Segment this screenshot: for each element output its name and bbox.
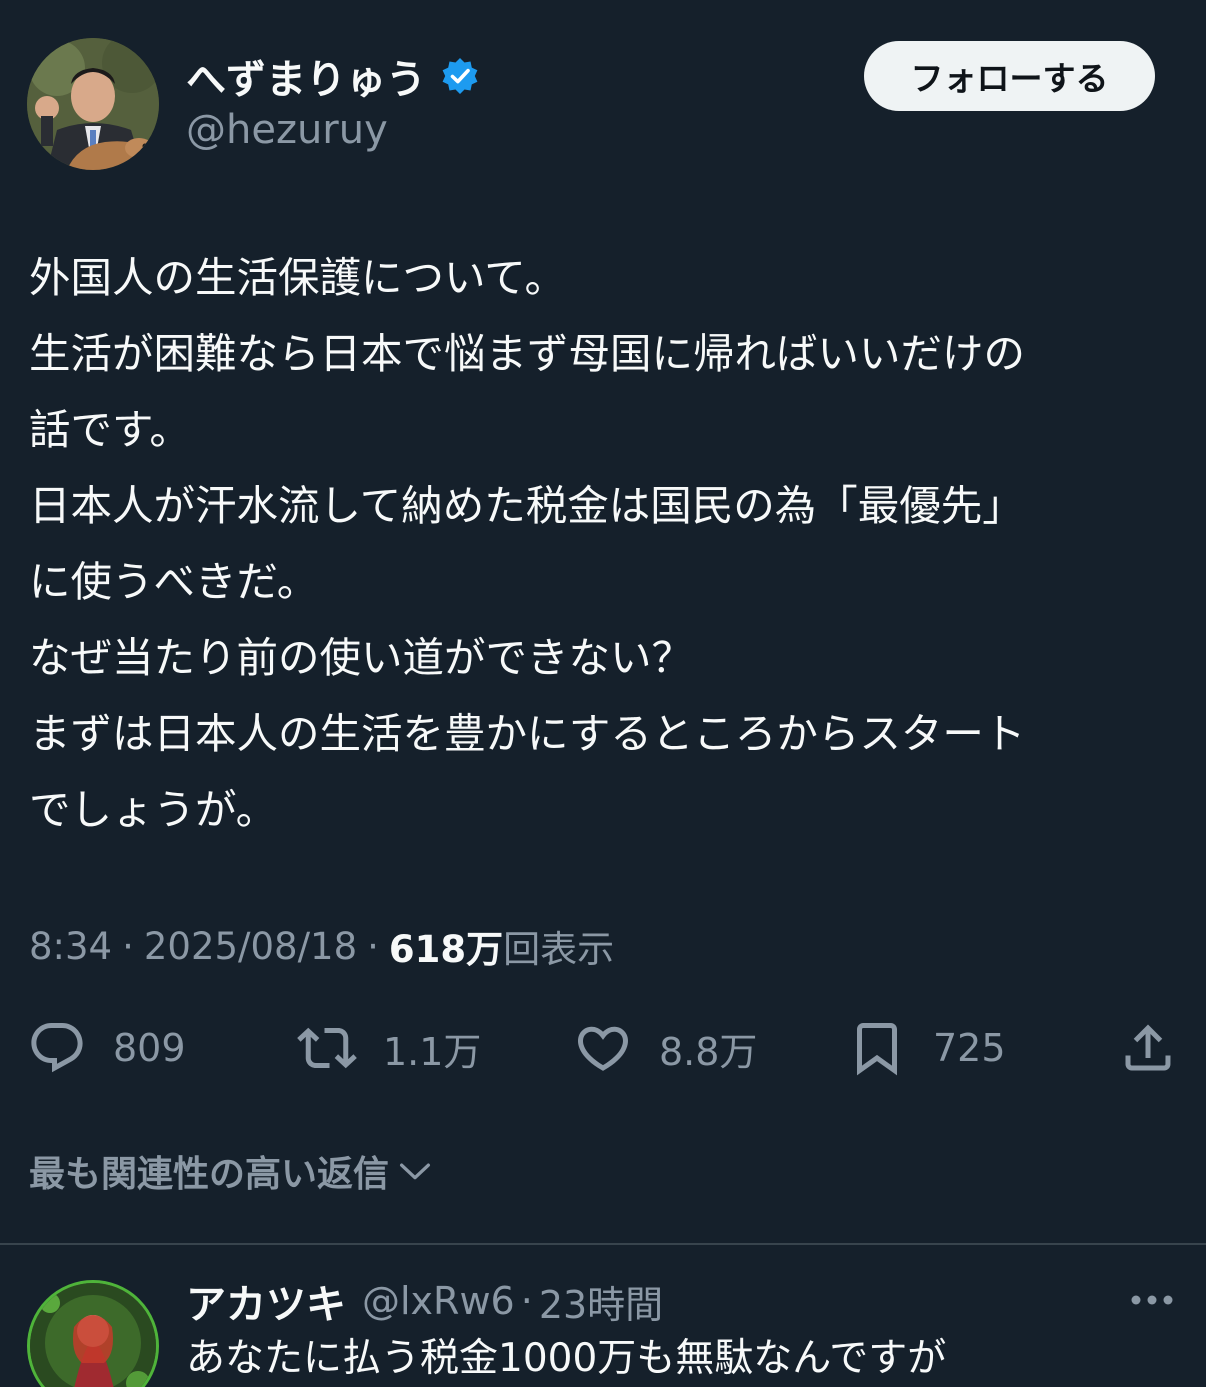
- bookmark-count: 725: [933, 1026, 1006, 1070]
- tweet-text-line: 話です。: [29, 405, 191, 454]
- tweet-text-line: 日本人が汗水流して納めた税金は国民の為「最優先」: [29, 481, 1024, 530]
- views-count[interactable]: 618万: [389, 919, 503, 973]
- action-bar: 809 1.1万 8.8万 725: [0, 1010, 1206, 1086]
- tweet-time[interactable]: 8:34: [29, 925, 112, 968]
- reply-avatar[interactable]: [27, 1280, 159, 1387]
- reply-avatar-image: [30, 1283, 156, 1387]
- like-count: 8.8万: [659, 1029, 758, 1074]
- author-handle[interactable]: @hezuruy: [186, 107, 388, 153]
- verified-badge-icon[interactable]: [440, 56, 480, 96]
- reply-count: 809: [113, 1026, 186, 1070]
- tweet-text-line: まずは日本人の生活を豊かにするところからスタート: [29, 709, 1026, 758]
- heart-icon: [577, 1026, 629, 1071]
- reply-header: アカツキ @lxRw6 · 23時間: [186, 1274, 663, 1328]
- chevron-down-icon: [400, 1163, 431, 1180]
- tweet-meta: 8:34 · 2025/08/18 · 618万 回表示: [29, 918, 614, 974]
- reply-button[interactable]: 809: [27, 1010, 186, 1086]
- meta-separator: ·: [367, 924, 379, 968]
- reply-separator: ·: [520, 1279, 533, 1323]
- bookmark-icon: [857, 1023, 897, 1076]
- tweet-detail-page: へずまりゅう @hezuruy フォローする 外国人の生活保護について。 生活が…: [0, 0, 1206, 1387]
- reply-handle[interactable]: @lxRw6: [362, 1279, 515, 1323]
- tweet-text-line: でしょうが。: [29, 785, 278, 834]
- tweet-text-line: 生活が困難なら日本で悩まず母国に帰ればいいだけの: [29, 329, 1026, 378]
- tweet-date[interactable]: 2025/08/18: [144, 925, 357, 968]
- tweet-text-line: に使うべきだ。: [29, 557, 319, 606]
- repost-count: 1.1万: [383, 1029, 482, 1074]
- tweet-text-line: 外国人の生活保護について。: [29, 253, 567, 302]
- author-name-row[interactable]: へずまりゅう: [186, 47, 480, 105]
- reply-display-name[interactable]: アカツキ: [186, 1272, 346, 1330]
- share-icon: [1125, 1024, 1171, 1071]
- tweet-text-line: なぜ当たり前の使い道ができない？: [29, 633, 694, 682]
- views-label[interactable]: 回表示: [503, 919, 614, 973]
- divider: [0, 1243, 1206, 1245]
- replies-sort-label: 最も関連性の高い返信: [29, 1154, 390, 1195]
- follow-button[interactable]: フォローする: [864, 41, 1155, 111]
- author-avatar-image: [27, 38, 159, 170]
- reply-time[interactable]: 23時間: [539, 1274, 663, 1329]
- meta-separator: ·: [122, 924, 134, 968]
- reply-text: あなたに払う税金1000万も無駄なんですが: [186, 1336, 947, 1381]
- more-options-icon[interactable]: [1128, 1286, 1176, 1314]
- author-avatar[interactable]: [27, 38, 159, 170]
- like-button[interactable]: 8.8万: [573, 1010, 757, 1086]
- repost-icon: [297, 1027, 357, 1069]
- author-display-name[interactable]: へずまりゅう: [186, 47, 426, 105]
- tweet-text: 外国人の生活保護について。 生活が困難なら日本で悩まず母国に帰ればいいだけの 話…: [29, 240, 1189, 848]
- replies-sort-dropdown[interactable]: 最も関連性の高い返信: [29, 1143, 435, 1199]
- bookmark-button[interactable]: 725: [847, 1010, 1006, 1086]
- repost-button[interactable]: 1.1万: [297, 1010, 481, 1086]
- reply-icon: [31, 1023, 83, 1073]
- share-button[interactable]: [1118, 1010, 1178, 1086]
